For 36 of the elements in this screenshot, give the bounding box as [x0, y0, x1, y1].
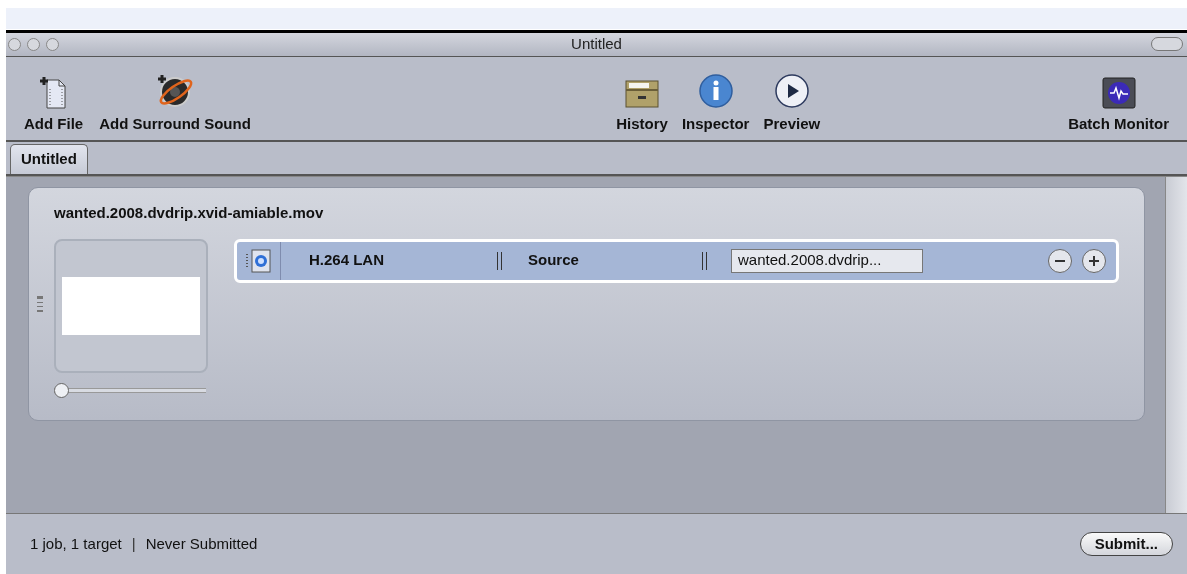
drawer-icon: [624, 77, 661, 109]
destination-name: Source: [527, 250, 580, 271]
minus-icon: [1055, 259, 1065, 262]
add-button[interactable]: [1082, 248, 1106, 273]
add-speaker-icon: [155, 73, 195, 109]
add-file-icon: [38, 75, 69, 109]
toolbar-button[interactable]: Inspector: [677, 65, 754, 136]
plus-icon: [1089, 255, 1099, 266]
separator: |: [131, 533, 136, 554]
toolbar-button[interactable]: Add File: [20, 65, 88, 136]
document-tab[interactable]: Untitled: [10, 144, 88, 174]
movie-file-icon: [251, 248, 271, 273]
submission-status: Never Submitted: [145, 533, 258, 554]
info-icon: [697, 73, 734, 109]
toolbar-button[interactable]: Batch Monitor: [1064, 65, 1173, 136]
scroll-bar[interactable]: [1165, 177, 1187, 513]
remove-button[interactable]: [1048, 248, 1072, 273]
job-summary: 1 job, 1 target: [30, 533, 122, 554]
toolbar-button[interactable]: History: [612, 65, 672, 136]
waveform-monitor-icon: [1101, 77, 1136, 109]
column-divider-icon: [497, 251, 502, 270]
target-row[interactable]: H.264 LAN Source wanted.2008.dvdrip...: [234, 238, 1119, 283]
toolbar-toggle-button[interactable]: [1151, 37, 1183, 51]
output-field[interactable]: wanted.2008.dvdrip...: [731, 248, 923, 273]
slider-thumb[interactable]: [54, 382, 69, 398]
column-divider-icon: [702, 251, 707, 270]
window-title: Untitled: [571, 34, 622, 55]
window-control-icon[interactable]: [8, 38, 21, 51]
setting-name: H.264 LAN: [308, 250, 386, 271]
toolbar-button[interactable]: Preview: [759, 65, 825, 136]
job-title: wanted.2008.dvdrip.xvid-amiable.mov: [54, 203, 325, 223]
play-icon: [773, 73, 810, 109]
window-control-icon[interactable]: [27, 38, 40, 51]
window-control-icon[interactable]: [46, 38, 59, 51]
toolbar-button[interactable]: Add Surround Sound: [95, 65, 255, 136]
submit-button[interactable]: Submit...: [1079, 532, 1173, 556]
